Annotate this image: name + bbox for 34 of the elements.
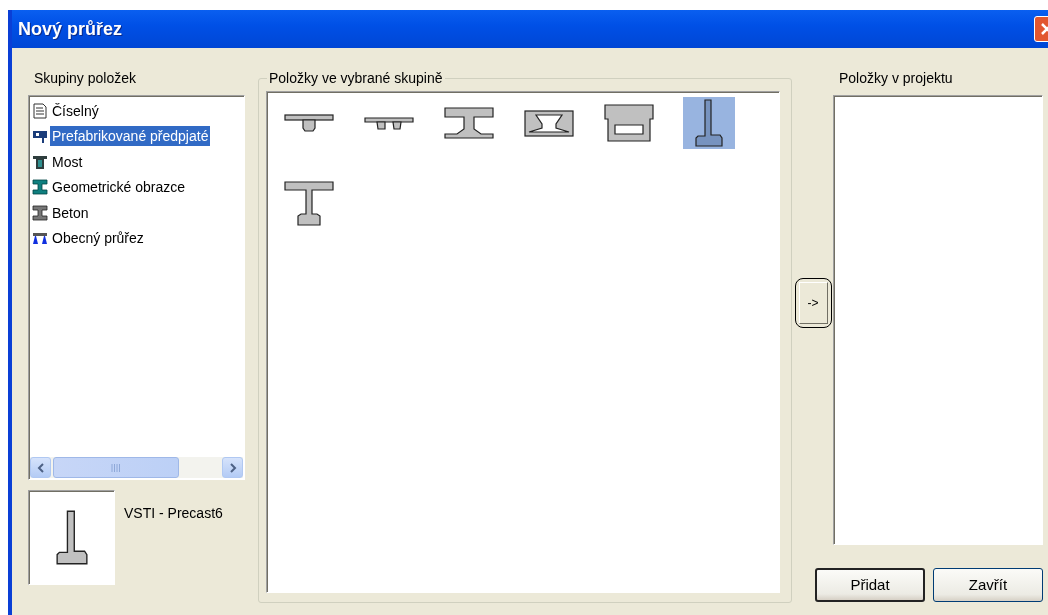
move-button[interactable]: -> — [794, 278, 832, 328]
grip-icon — [111, 463, 121, 472]
document-icon — [32, 102, 48, 119]
group-item[interactable]: Obecný průřez — [50, 228, 146, 249]
hollow-box-section-icon — [604, 104, 654, 142]
group-item[interactable]: Prefabrikované předpjaté — [50, 126, 211, 147]
group-item[interactable]: Most — [50, 151, 85, 172]
i-section-icon — [32, 204, 48, 221]
window-title: Nový průřez — [18, 17, 123, 41]
supported-section-icon — [32, 230, 48, 247]
group-item[interactable]: Geometrické obrazce — [50, 177, 188, 198]
groups-label: Skupiny položek — [33, 69, 137, 88]
project-items-label: Položky v projektu — [838, 69, 954, 88]
section-item[interactable] — [683, 97, 735, 149]
scroll-left-button[interactable] — [30, 457, 51, 478]
add-button[interactable]: Přidat — [815, 568, 925, 602]
precast-section-icon — [32, 128, 48, 145]
chevron-left-icon — [35, 462, 46, 473]
bulb-tee-section-icon — [695, 99, 723, 147]
close-dialog-button[interactable]: Zavřít — [933, 568, 1043, 602]
scrollbar-thumb[interactable] — [53, 457, 179, 478]
tee-section-icon — [284, 114, 334, 132]
chevron-right-icon — [227, 462, 238, 473]
i-section-icon — [32, 179, 48, 196]
preview-caption: VSTI - Precast6 — [124, 504, 223, 523]
group-item[interactable]: Beton — [50, 202, 91, 223]
bulb-tee-section-icon — [55, 510, 88, 565]
i-beam-section-icon — [444, 107, 494, 139]
i-girder-section-icon — [284, 180, 334, 226]
scroll-right-button[interactable] — [222, 457, 243, 478]
group-item[interactable]: Číselný — [50, 100, 101, 121]
bridge-section-icon — [32, 153, 48, 170]
double-tee-section-icon — [364, 116, 414, 130]
trapezoid-box-section-icon — [524, 109, 574, 137]
